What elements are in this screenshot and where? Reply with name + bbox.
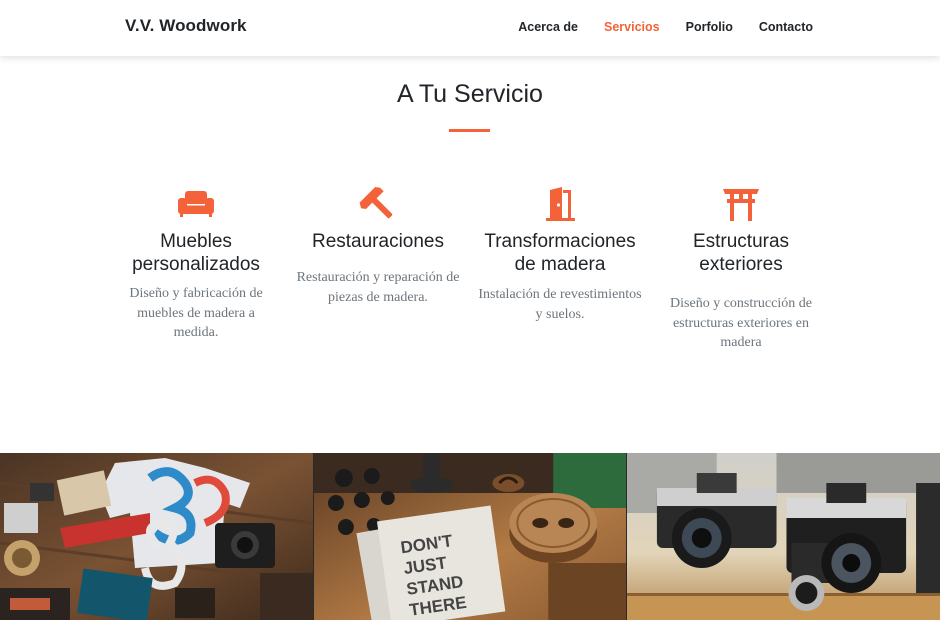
service-title: Muebles personalizados: [114, 230, 278, 276]
service-title: Estructuras exteriores: [659, 230, 823, 276]
service-title-line2: de madera: [514, 254, 606, 275]
service-estructuras: Estructuras exteriores Diseño y construc…: [659, 186, 823, 353]
portfolio-photo-design-desk[interactable]: [0, 453, 313, 620]
service-title-line1: Restauraciones: [311, 231, 445, 252]
nav-link-servicios[interactable]: Servicios: [604, 20, 660, 34]
brand-logo[interactable]: V.V. Woodwork: [125, 16, 247, 36]
service-muebles: Muebles personalizados Diseño y fabricac…: [114, 186, 278, 343]
service-transformaciones: Transformaciones de madera Instalación d…: [478, 186, 642, 324]
service-title: Transformaciones de madera: [478, 230, 642, 276]
service-title-line2: personalizados: [132, 254, 260, 275]
portfolio-photo-notebooks-coasters[interactable]: DON'T JUST STAND THERE: [313, 453, 626, 620]
service-description: Diseño y fabricación de muebles de mader…: [129, 286, 263, 340]
service-title-line1: Estructuras: [692, 231, 790, 252]
portfolio-photo-cameras[interactable]: [626, 453, 940, 620]
title-divider: [449, 129, 490, 132]
service-title-line2: exteriores: [699, 254, 783, 275]
service-title-line1: Muebles: [160, 231, 232, 252]
door-open-icon: [540, 186, 580, 222]
service-restauraciones: Restauraciones Restauración y reparación…: [296, 186, 460, 307]
service-description: Instalación de revestimientos y suelos.: [478, 287, 642, 322]
torii-gate-icon: [721, 186, 761, 222]
service-title-line1: Transformaciones: [484, 231, 636, 252]
portfolio-strip: DON'T JUST STAND THERE: [0, 453, 940, 620]
nav-links: Acerca de Servicios Porfolio Contacto: [492, 20, 813, 34]
service-description: Restauración y reparación de piezas de m…: [296, 270, 460, 305]
service-description: Diseño y construcción de estructuras ext…: [670, 296, 812, 350]
nav-link-acerca-de[interactable]: Acerca de: [518, 20, 578, 34]
hammer-icon: [358, 186, 398, 222]
nav-link-contacto[interactable]: Contacto: [759, 20, 813, 34]
nav-link-porfolio[interactable]: Porfolio: [686, 20, 733, 34]
couch-icon: [176, 186, 216, 222]
navbar: V.V. Woodwork Acerca de Servicios Porfol…: [0, 0, 940, 56]
section-title: A Tu Servicio: [397, 80, 543, 108]
service-title: Restauraciones: [296, 230, 460, 253]
